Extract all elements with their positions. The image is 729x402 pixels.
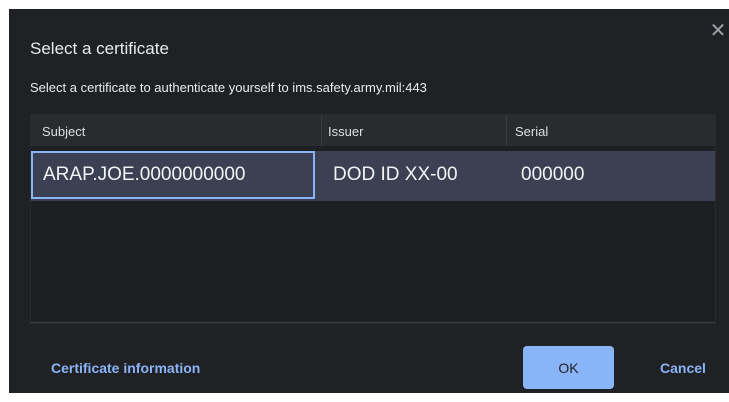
ok-button[interactable]: OK xyxy=(523,346,614,389)
cancel-button[interactable]: Cancel xyxy=(649,346,717,389)
certificate-dialog: ✕ Select a certificate Select a certific… xyxy=(9,9,729,393)
table-row[interactable]: ARAP.JOE.0000000000 DOD ID XX-00 000000 xyxy=(31,151,715,201)
column-divider xyxy=(321,115,322,146)
cell-issuer: DOD ID XX-00 xyxy=(333,164,458,185)
cell-serial: 000000 xyxy=(521,164,585,185)
column-header-subject[interactable]: Subject xyxy=(42,124,85,139)
close-icon[interactable]: ✕ xyxy=(709,21,727,41)
column-header-serial[interactable]: Serial xyxy=(515,124,548,139)
column-divider xyxy=(506,115,507,146)
cell-subject: ARAP.JOE.0000000000 xyxy=(43,164,246,185)
certificate-information-link[interactable]: Certificate information xyxy=(51,360,200,376)
dialog-subtitle: Select a certificate to authenticate you… xyxy=(30,80,427,95)
certificate-table: Subject Issuer Serial ARAP.JOE.000000000… xyxy=(30,114,716,324)
table-divider xyxy=(31,322,715,323)
column-header-issuer[interactable]: Issuer xyxy=(328,124,363,139)
dialog-title: Select a certificate xyxy=(30,39,169,58)
table-header: Subject Issuer Serial xyxy=(31,115,715,146)
